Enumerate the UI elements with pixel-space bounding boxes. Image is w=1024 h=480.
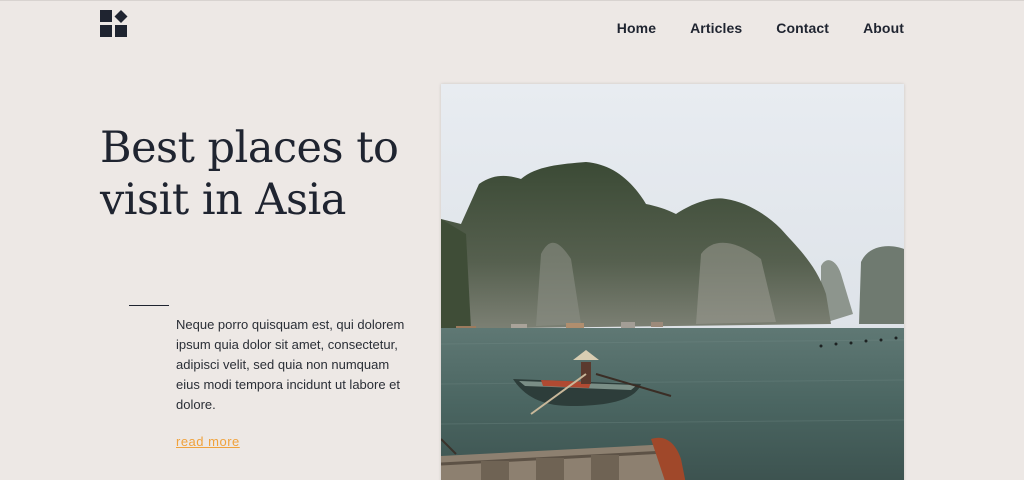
accent-divider [129, 305, 169, 306]
nav-home[interactable]: Home [617, 20, 656, 36]
nav-contact[interactable]: Contact [776, 20, 829, 36]
hero-description: Neque porro quisquam est, qui dolorem ip… [176, 317, 405, 412]
read-more-link[interactable]: read more [176, 434, 240, 449]
main-nav: Home Articles Contact About [617, 20, 904, 36]
hero-title-line1: Best places to [100, 123, 399, 173]
hero-title-line2: visit in Asia [100, 175, 346, 225]
nav-articles[interactable]: Articles [690, 20, 742, 36]
logo-icon[interactable] [100, 10, 128, 38]
hero-image [441, 84, 904, 480]
top-border [0, 0, 1024, 1]
hero-title: Best places to visit in Asia [100, 122, 430, 226]
nav-about[interactable]: About [863, 20, 904, 36]
